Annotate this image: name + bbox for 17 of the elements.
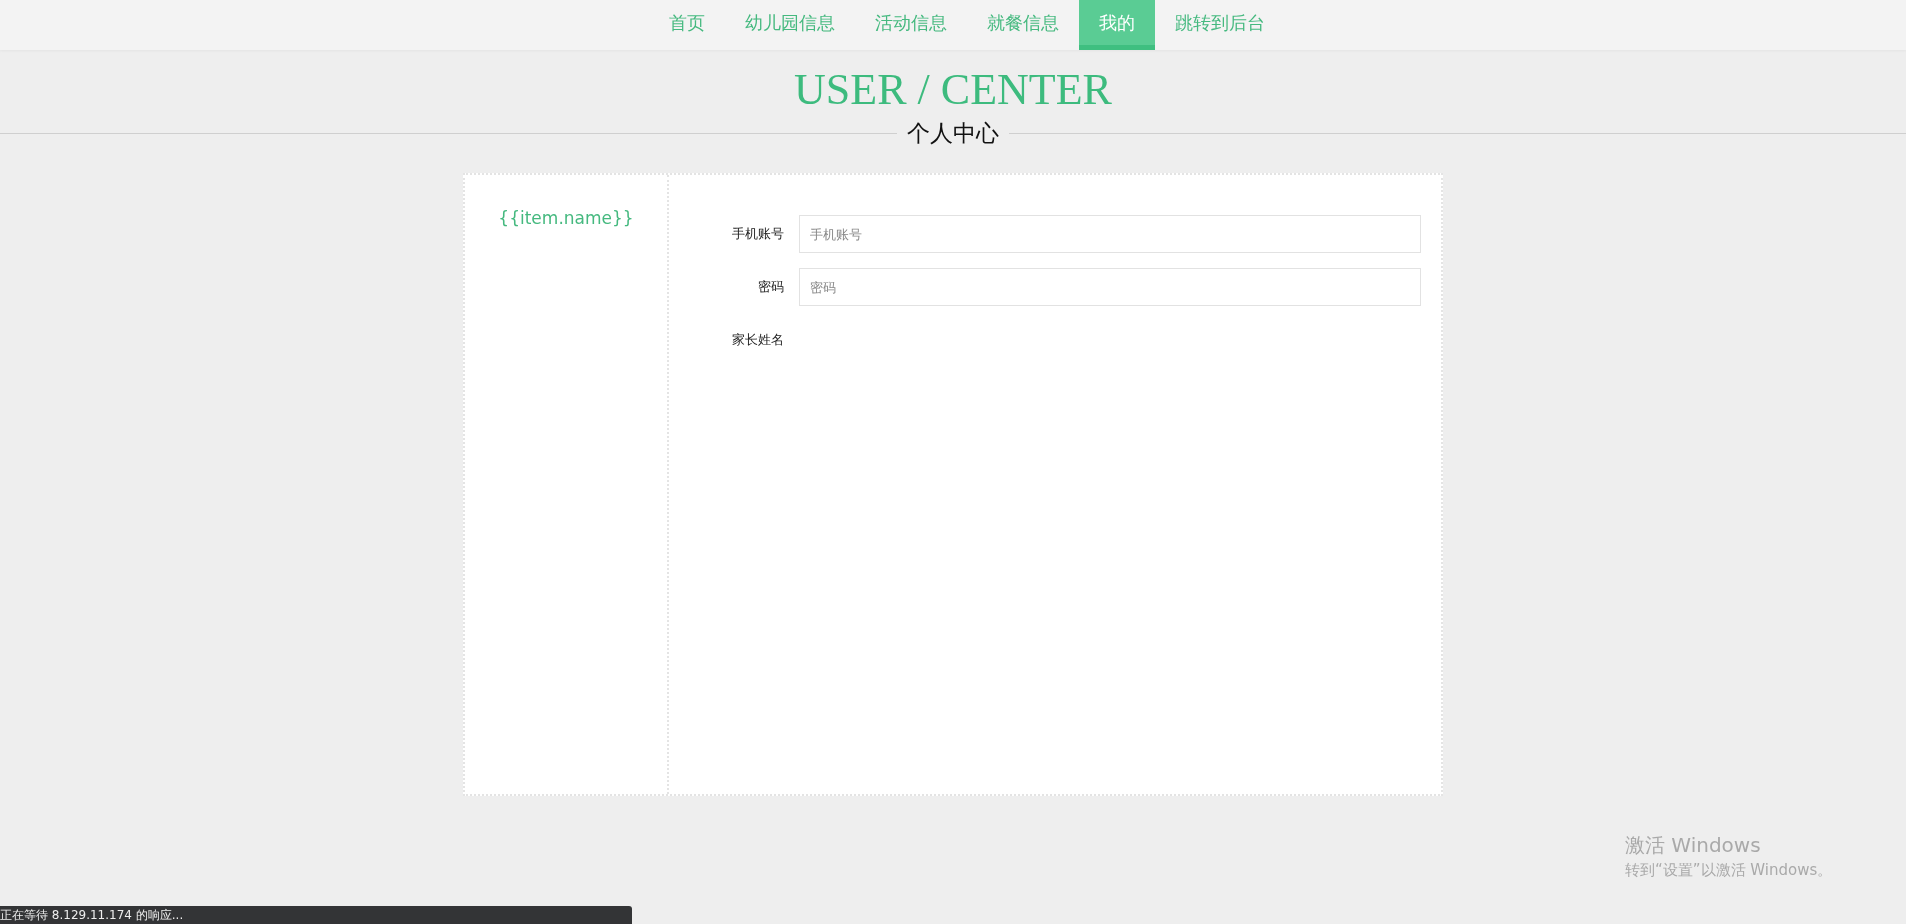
page-subtitle: 个人中心 xyxy=(906,119,1000,148)
nav-tab[interactable]: 幼儿园信息 xyxy=(725,0,855,50)
nav-tab[interactable]: 首页 xyxy=(649,0,725,50)
page-title: USER / CENTER xyxy=(793,68,1113,112)
activation-title: 激活 Windows xyxy=(1625,832,1762,859)
status-bar: 正在等待 8.129.11.174 的响应... xyxy=(0,906,632,924)
input-field[interactable]: 手机账号 xyxy=(799,215,1421,253)
field-label: 手机账号 xyxy=(731,225,785,243)
field-label: 密码 xyxy=(757,278,785,296)
sidebar-link[interactable]: {{item.name}} xyxy=(498,208,634,228)
nav-tab[interactable]: 跳转到后台 xyxy=(1155,0,1285,50)
activation-hint: 转到“设置”以激活 Windows。 xyxy=(1625,861,1833,880)
nav-tab[interactable]: 我的 xyxy=(1079,0,1155,50)
input-field[interactable]: 密码 xyxy=(799,268,1421,306)
nav-tab[interactable]: 就餐信息 xyxy=(967,0,1079,50)
field-label: 家长姓名 xyxy=(731,331,785,349)
nav-tab[interactable]: 活动信息 xyxy=(855,0,967,50)
